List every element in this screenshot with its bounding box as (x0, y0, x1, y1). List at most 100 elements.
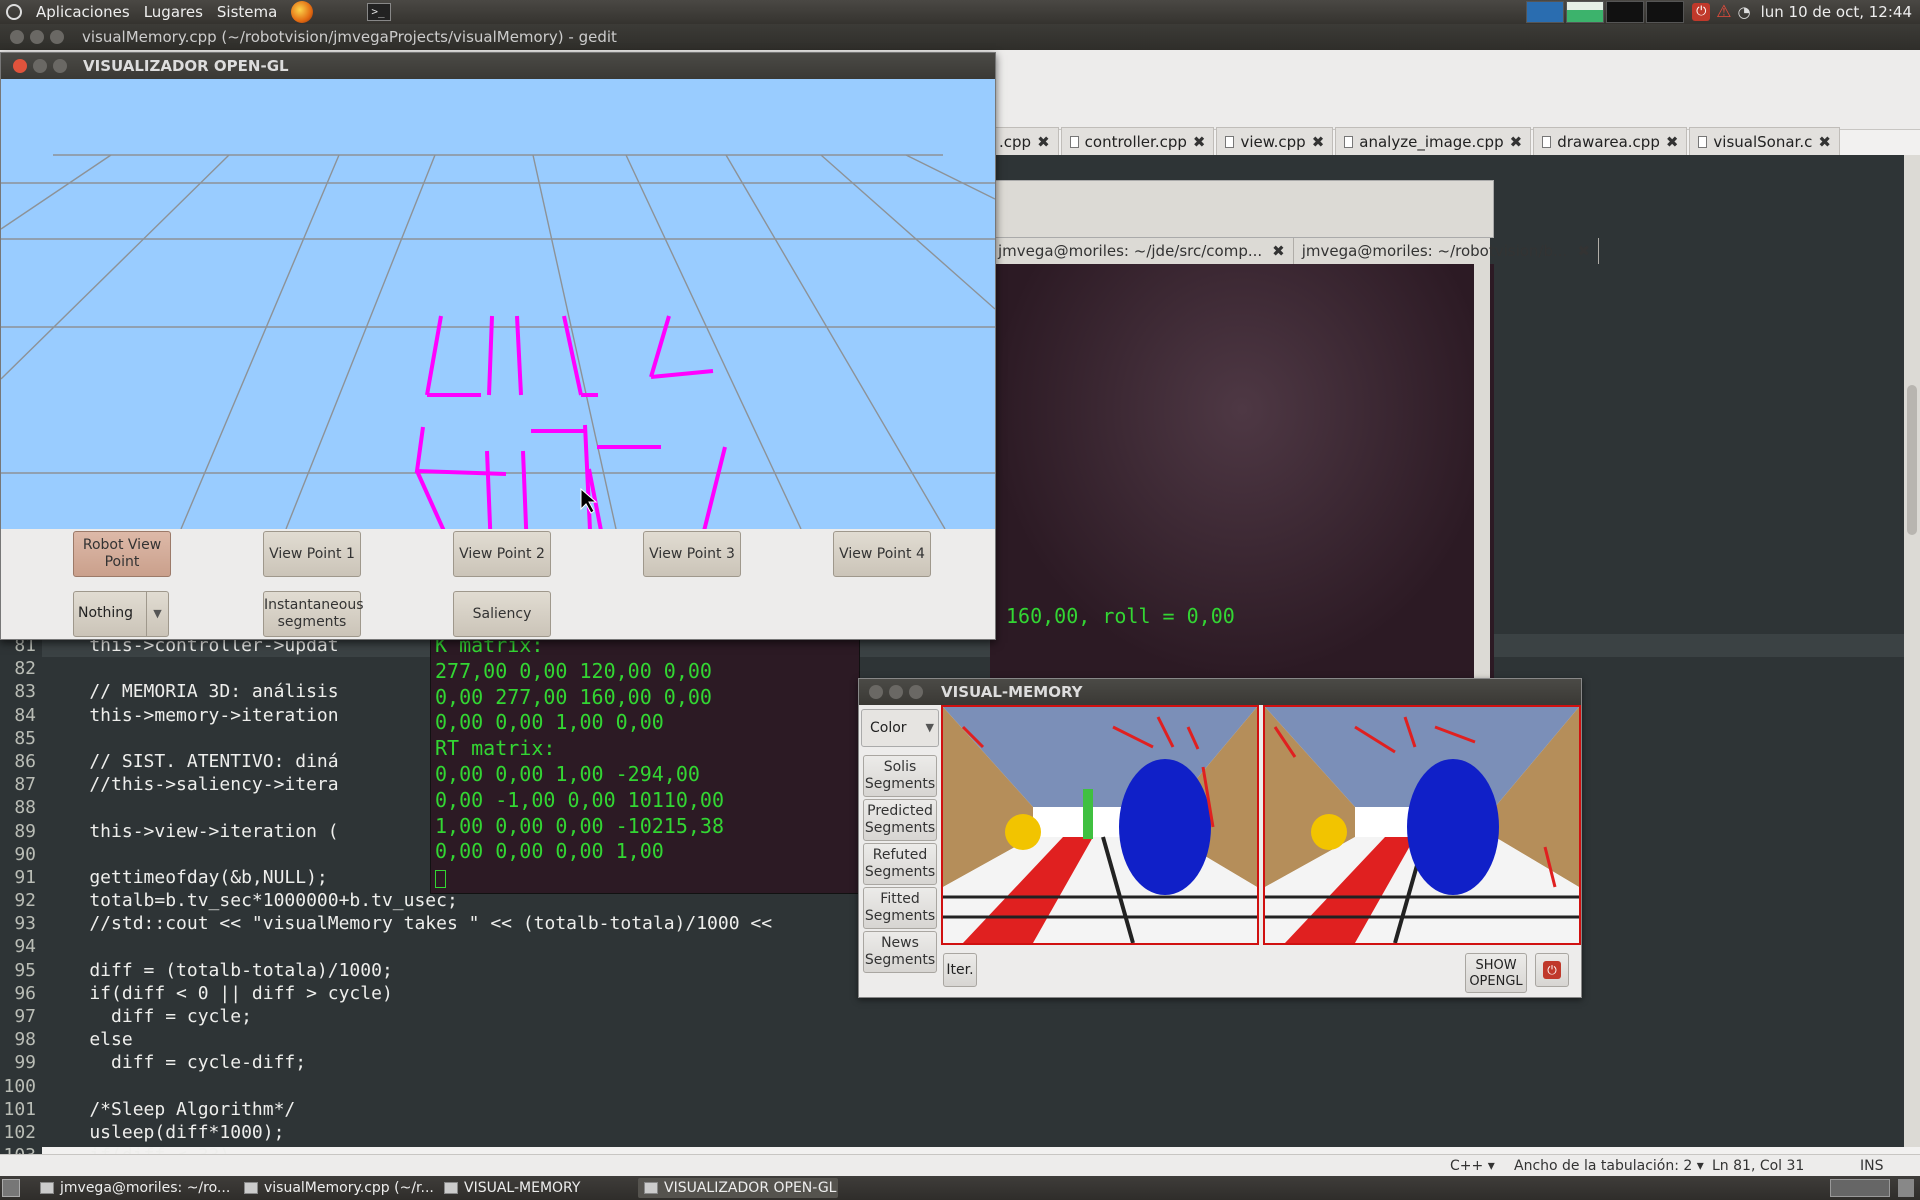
terminal-line: 1,00 0,00 0,00 -10215,38 (435, 813, 724, 838)
show-desktop-icon[interactable] (2, 1179, 20, 1197)
workspace-2[interactable] (1566, 1, 1605, 23)
segment-mode-value: Nothing (78, 605, 134, 621)
show-opengl-button[interactable]: SHOW OPENGL (1465, 953, 1527, 993)
terminal-tab-1[interactable]: jmvega@moriles: ~/jde/src/comp... ✖ (990, 238, 1294, 264)
instantaneous-segments-button[interactable]: Instantaneous segments (263, 591, 364, 637)
code-line[interactable]: 82 (0, 657, 1904, 681)
terminal-line: 0,00 -1,00 0,00 10110,00 (435, 787, 724, 812)
code-line[interactable]: 102 usleep(diff*1000); (0, 1120, 1904, 1145)
tab-width-select[interactable]: Ancho de la tabulación: 2 ▾ (1514, 1158, 1704, 1174)
line-number: 94 (0, 935, 42, 959)
task-opengl[interactable]: VISUALIZADOR OPEN-GL (638, 1178, 838, 1198)
view-point-2-button[interactable]: View Point 2 (453, 531, 551, 577)
tab-controller-cpp[interactable]: controller.cpp ✖ (1060, 127, 1215, 155)
news-segments-button[interactable]: News Segments (863, 931, 937, 973)
tab-view-cpp[interactable]: view.cpp ✖ (1216, 127, 1334, 155)
workspace-switcher[interactable] (1830, 1179, 1890, 1197)
camera-view-left (941, 705, 1259, 945)
terminal-scrollbar[interactable] (1474, 264, 1490, 684)
view-point-1-button[interactable]: View Point 1 (263, 531, 361, 577)
gedit-titlebar[interactable]: visualMemory.cpp (~/robotvision/jmvegaPr… (0, 24, 1920, 50)
fitted-segments-button[interactable]: Fitted Segments (863, 887, 937, 929)
clock[interactable]: lun 10 de oct, 12:44 (1761, 3, 1912, 21)
close-tab-icon[interactable]: ✖ (1312, 133, 1325, 151)
code-line[interactable]: 97 diff = cycle; (0, 1005, 1904, 1029)
task-visual-memory[interactable]: VISUAL-MEMORY (438, 1178, 634, 1198)
code-line[interactable]: 100 (0, 1074, 1904, 1098)
terminal-launcher-icon[interactable]: >_ (367, 3, 392, 21)
terminal-line: RT matrix: (435, 736, 556, 761)
predicted-segments-button[interactable]: Predicted Segments (863, 799, 937, 841)
opengl-title[interactable]: VISUALIZADOR OPEN-GL (1, 53, 995, 79)
saliency-button[interactable]: Saliency (453, 591, 551, 637)
terminal-tab-label: jmvega@moriles: ~/robotvision/b... (1301, 242, 1568, 260)
code-text: diff = cycle-diff; (46, 1052, 307, 1074)
line-number: 102 (0, 1120, 42, 1145)
view-point-3-button[interactable]: View Point 3 (643, 531, 741, 577)
tab-drawarea-cpp[interactable]: drawarea.cpp ✖ (1533, 127, 1688, 155)
gedit-minimize-icon[interactable] (30, 30, 44, 44)
vm-close-icon[interactable] (869, 685, 883, 699)
language-select[interactable]: C++ ▾ (1450, 1158, 1495, 1174)
firefox-launcher-icon[interactable] (291, 1, 314, 23)
quit-button[interactable]: ⏻ (1535, 953, 1569, 987)
line-number: 98 (0, 1028, 42, 1052)
iter-button[interactable]: Iter. (943, 953, 977, 987)
editor-scrollbar[interactable] (1904, 155, 1920, 1147)
task-terminal[interactable]: jmvega@moriles: ~/ro... (34, 1178, 234, 1198)
line-number: 89 (0, 819, 42, 843)
segment-mode-select[interactable]: Nothing ▼ (73, 591, 169, 637)
code-line[interactable]: 99 diff = cycle-diff; (0, 1051, 1904, 1075)
terminal-line: 0,00 0,00 1,00 0,00 (435, 710, 664, 735)
line-number: 91 (0, 865, 42, 890)
opengl-canvas[interactable] (1, 79, 995, 529)
document-icon (1069, 135, 1079, 148)
gl-close-icon[interactable] (13, 59, 27, 73)
robot-view-point-button[interactable]: Robot View Point (73, 531, 171, 577)
shutdown-icon[interactable]: ⏻ (1692, 3, 1711, 21)
vm-minimize-icon[interactable] (889, 685, 903, 699)
matrix-terminal[interactable]: K matrix: 277,00 0,00 120,00 0,00 0,00 277… (430, 632, 860, 894)
code-line[interactable]: 101 /*Sleep Algorithm*/ (0, 1097, 1904, 1121)
warning-icon[interactable]: ⚠ (1716, 2, 1731, 22)
visual-memory-title[interactable]: VISUAL-MEMORY (859, 679, 1581, 705)
solis-segments-button[interactable]: Solis Segments (863, 755, 937, 797)
task-gedit[interactable]: visualMemory.cpp (~/r... (238, 1178, 434, 1198)
close-tab-icon[interactable]: ✖ (1666, 133, 1679, 151)
scrollbar-thumb[interactable] (1907, 385, 1917, 535)
close-tab-icon[interactable]: ✖ (1193, 133, 1206, 151)
workspace-4[interactable] (1646, 1, 1685, 23)
tab-analyze-image-cpp[interactable]: analyze_image.cpp ✖ (1335, 127, 1532, 155)
tab-visualsonar-c[interactable]: visualSonar.c ✖ (1689, 127, 1840, 155)
menu-lugares[interactable]: Lugares (144, 3, 203, 21)
window-icon (444, 1182, 458, 1194)
view-point-4-button[interactable]: View Point 4 (833, 531, 931, 577)
trash-icon[interactable] (1898, 1179, 1914, 1197)
close-tab-icon[interactable]: ✖ (1577, 242, 1590, 260)
menu-aplicaciones[interactable]: Aplicaciones (36, 3, 130, 21)
document-icon (1542, 135, 1552, 148)
refuted-segments-button[interactable]: Refuted Segments (863, 843, 937, 885)
close-tab-icon[interactable]: ✖ (1818, 133, 1831, 151)
workspace-3[interactable] (1606, 1, 1645, 23)
tab-cpp[interactable]: .cpp ✖ (990, 127, 1059, 155)
gl-maximize-icon[interactable] (53, 59, 67, 73)
robot-view-point-label: Robot View Point (82, 537, 162, 570)
close-tab-icon[interactable]: ✖ (1272, 242, 1285, 260)
color-mode-select[interactable]: Color ▼ (861, 709, 939, 747)
terminal-tab-2[interactable]: jmvega@moriles: ~/robotvision/b... ✖ (1294, 238, 1599, 264)
gedit-maximize-icon[interactable] (50, 30, 64, 44)
tab-label: view.cpp (1240, 132, 1306, 151)
ubuntu-logo-icon[interactable] (6, 4, 22, 20)
close-tab-icon[interactable]: ✖ (1510, 133, 1523, 151)
menu-sistema[interactable]: Sistema (217, 3, 277, 21)
gedit-close-icon[interactable] (10, 30, 24, 44)
workspace-1[interactable] (1526, 1, 1565, 23)
vm-maximize-icon[interactable] (909, 685, 923, 699)
wifi-icon[interactable]: ◔ (1738, 3, 1751, 21)
close-tab-icon[interactable]: ✖ (1037, 133, 1050, 151)
color-mode-value: Color (870, 720, 907, 736)
gl-minimize-icon[interactable] (33, 59, 47, 73)
code-line[interactable]: 98 else (0, 1028, 1904, 1052)
